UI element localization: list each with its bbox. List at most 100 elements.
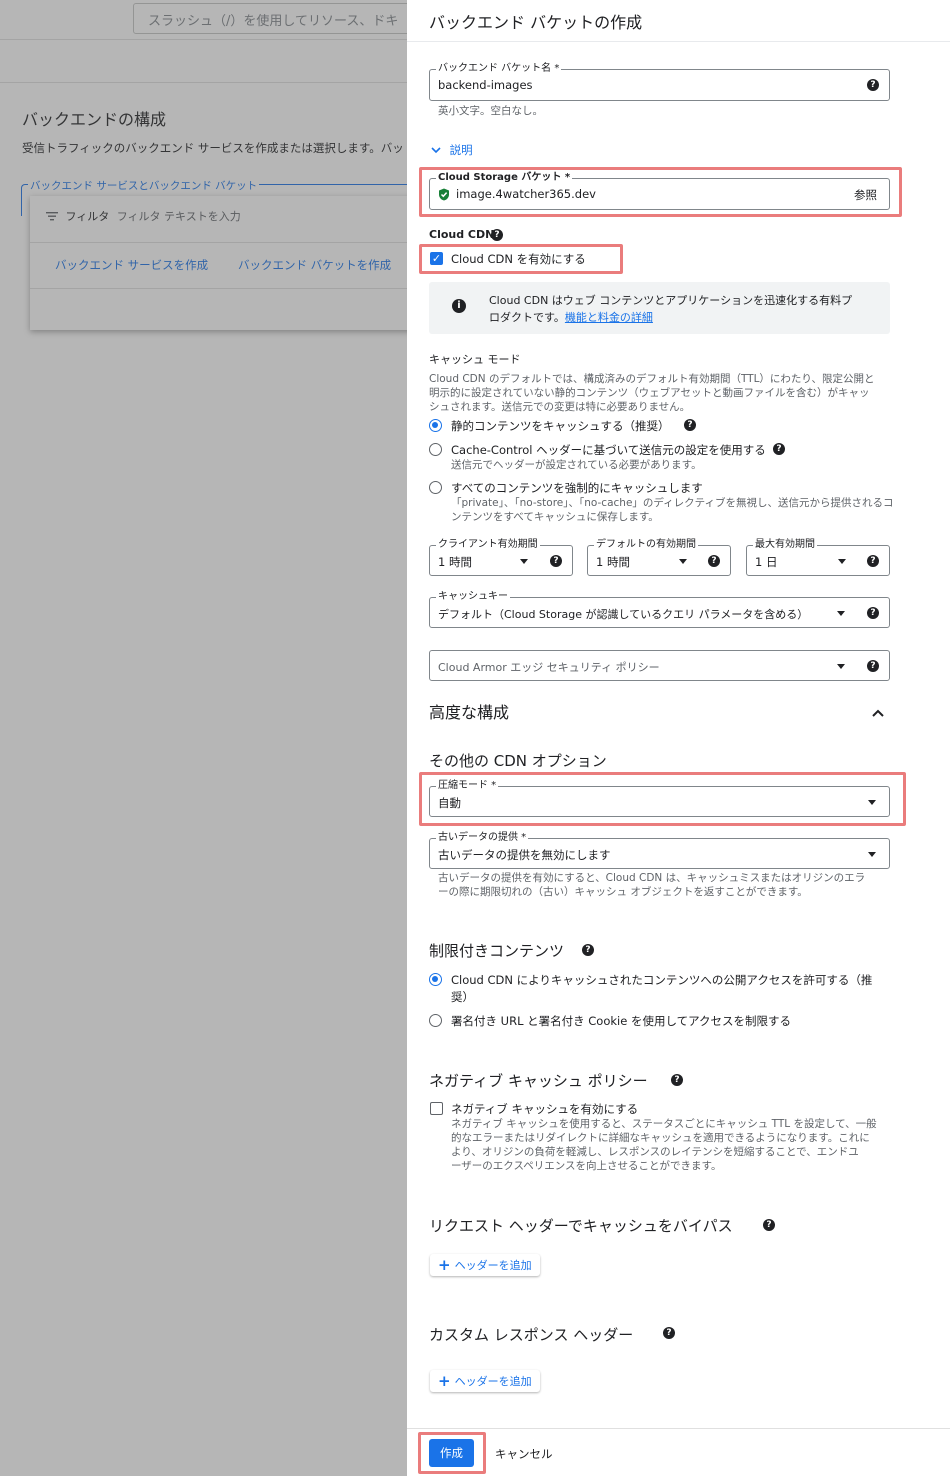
description-toggle-label: 説明 <box>449 143 473 157</box>
negative-cache-desc-line: より、オリジンの負荷を軽減し、レスポンスのレイテンシを短縮することで、エンドユ <box>451 1146 859 1158</box>
dropdown-arrow-icon <box>838 559 846 564</box>
enable-cdn-label[interactable]: Cloud CDN を有効にする <box>451 251 586 267</box>
storage-bucket-field[interactable]: Cloud Storage バケット * image.4watcher365.d… <box>429 171 890 210</box>
cache-origin-radio[interactable] <box>429 443 442 456</box>
client-ttl-select[interactable]: クライアント有効期間 1 時間 ? <box>429 538 573 576</box>
info-icon: i <box>452 299 466 313</box>
cache-all-sub-line: ンテンツをすべてキャッシュに保存します。 <box>451 511 659 523</box>
public-access-radio[interactable] <box>429 973 442 986</box>
description-toggle[interactable]: 説明 <box>431 142 473 158</box>
cache-key-select[interactable]: キャッシュキー デフォルト（Cloud Storage が認識しているクエリ パ… <box>429 590 890 628</box>
negative-cache-desc: ネガティブ キャッシュを使用すると、ステータスごとにキャッシュ TTL を設定し… <box>451 1117 877 1173</box>
plus-icon: + <box>438 1372 451 1390</box>
bucket-name-field[interactable]: バックエンド バケット名 * backend-images ? <box>429 62 890 101</box>
help-icon[interactable]: ? <box>773 443 785 455</box>
compression-mode-label: 圧縮モード * <box>436 779 499 793</box>
serve-stale-value: 古いデータの提供を無効にします <box>438 848 611 862</box>
browse-button[interactable]: 参照 <box>854 187 877 203</box>
cache-all-sub: 「private」、「no-store」、「no-cache」のディレクティブを… <box>451 496 894 524</box>
default-ttl-select[interactable]: デフォルトの有効期間 1 時間 ? <box>587 538 731 576</box>
client-ttl-value: 1 時間 <box>438 555 472 569</box>
enable-cdn-checkbox[interactable]: ✓ <box>430 252 443 265</box>
cdn-info-text-2: ロダクトです。機能と料金の詳細 <box>489 309 852 326</box>
help-icon[interactable]: ? <box>763 1219 775 1231</box>
public-access-label-line: Cloud CDN によりキャッシュされたコンテンツへの公開アクセスを許可する（… <box>451 973 873 987</box>
serve-stale-hint: 古いデータの提供を有効にすると、Cloud CDN は、キャッシュミスまたはオリ… <box>438 871 865 899</box>
help-icon[interactable]: ? <box>867 79 879 91</box>
chevron-down-icon <box>431 143 443 157</box>
cdn-info-text: Cloud CDN はウェブ コンテンツとアプリケーションを迅速化する有料プ <box>489 294 853 307</box>
cloud-cdn-label: Cloud CDN <box>429 228 494 241</box>
signed-access-label[interactable]: 署名付き URL と署名付き Cookie を使用してアクセスを制限する <box>451 1013 791 1029</box>
cache-all-sub-line: 「private」、「no-store」、「no-cache」のディレクティブを… <box>451 497 894 509</box>
public-access-label[interactable]: Cloud CDN によりキャッシュされたコンテンツへの公開アクセスを許可する（… <box>451 972 872 1006</box>
cdn-info-text-part: ロダクトです。 <box>489 311 565 324</box>
default-ttl-value: 1 時間 <box>596 555 630 569</box>
restricted-content-title: 制限付きコンテンツ <box>429 942 565 960</box>
cache-mode-desc-line: 明示的に設定されていない静的コンテンツ（ウェブアセットと動画ファイルを含む）がキ… <box>429 387 870 399</box>
check-shield-icon <box>438 188 450 204</box>
add-bypass-header-label: ヘッダーを追加 <box>454 1259 532 1272</box>
help-icon[interactable]: ? <box>550 555 562 567</box>
cancel-button[interactable]: キャンセル <box>495 1446 553 1462</box>
cache-static-radio[interactable] <box>429 419 442 432</box>
compression-mode-select[interactable]: 圧縮モード * 自動 <box>429 779 890 817</box>
negative-cache-desc-line: ーザーのエクスペリエンスを向上させることができます。 <box>451 1160 722 1172</box>
help-icon[interactable]: ? <box>582 944 594 956</box>
max-ttl-value: 1 日 <box>755 555 778 569</box>
bucket-name-hint: 英小文字。空白なし。 <box>438 105 543 117</box>
serve-stale-hint-line: 古いデータの提供を有効にすると、Cloud CDN は、キャッシュミスまたはオリ… <box>438 872 866 884</box>
add-bypass-header-button[interactable]: + ヘッダーを追加 <box>430 1254 540 1276</box>
panel-header: バックエンド バケットの作成 <box>407 0 950 42</box>
advanced-config-title: 高度な構成 <box>429 703 510 722</box>
signed-access-radio[interactable] <box>429 1014 442 1027</box>
serve-stale-label: 古いデータの提供 * <box>436 831 529 845</box>
add-response-header-label: ヘッダーを追加 <box>454 1375 532 1388</box>
serve-stale-select[interactable]: 古いデータの提供 * 古いデータの提供を無効にします <box>429 831 890 869</box>
default-ttl-label: デフォルトの有効期間 <box>594 538 698 552</box>
armor-policy-select[interactable]: Cloud Armor エッジ セキュリティ ポリシー ? <box>429 650 890 681</box>
help-icon[interactable]: ? <box>867 660 879 672</box>
serve-stale-hint-line: ーの際に期限切れの（古い）キャッシュ オブジェクトを返すことができます。 <box>438 886 808 898</box>
plus-icon: + <box>438 1256 451 1274</box>
help-icon[interactable]: ? <box>708 555 720 567</box>
bypass-cache-title: リクエスト ヘッダーでキャッシュをバイパス <box>429 1217 733 1235</box>
help-icon[interactable]: ? <box>663 1327 675 1339</box>
public-access-label-line: 奨） <box>451 990 474 1004</box>
cache-all-radio[interactable] <box>429 481 442 494</box>
create-button[interactable]: 作成 <box>429 1439 474 1467</box>
negative-cache-title: ネガティブ キャッシュ ポリシー <box>429 1072 648 1090</box>
compression-mode-value: 自動 <box>438 796 461 810</box>
create-backend-bucket-panel: バックエンド バケットの作成 バックエンド バケット名 * backend-im… <box>407 0 950 1476</box>
help-icon[interactable]: ? <box>684 419 696 431</box>
cache-mode-desc: Cloud CDN のデフォルトでは、構成済みのデフォルト有効期間（TTL）にわ… <box>429 372 875 414</box>
panel-title: バックエンド バケットの作成 <box>429 13 643 32</box>
help-icon[interactable]: ? <box>867 607 879 619</box>
max-ttl-select[interactable]: 最大有効期間 1 日 ? <box>746 538 890 576</box>
help-icon[interactable]: ? <box>867 555 879 567</box>
help-icon[interactable]: ? <box>491 229 503 241</box>
storage-bucket-value: image.4watcher365.dev <box>456 187 596 201</box>
other-cdn-options-title: その他の CDN オプション <box>429 752 607 770</box>
cache-mode-desc-line: シュされます。送信元での変更は特に必要ありません。 <box>429 401 691 413</box>
negative-cache-label[interactable]: ネガティブ キャッシュを有効にする <box>451 1101 638 1117</box>
cache-mode-desc-line: Cloud CDN のデフォルトでは、構成済みのデフォルト有効期間（TTL）にわ… <box>429 373 875 385</box>
help-icon[interactable]: ? <box>671 1074 683 1086</box>
negative-cache-checkbox[interactable] <box>430 1102 443 1115</box>
cloud-cdn-label-text: Cloud CDN <box>429 228 495 241</box>
pricing-details-link[interactable]: 機能と料金の詳細 <box>565 311 653 324</box>
cache-origin-sub: 送信元でヘッダーが設定されている必要があります。 <box>451 459 702 471</box>
cdn-info-box: i Cloud CDN はウェブ コンテンツとアプリケーションを迅速化する有料プ… <box>429 282 890 334</box>
dropdown-arrow-icon <box>868 852 876 857</box>
cache-origin-label[interactable]: Cache-Control ヘッダーに基づいて送信元の設定を使用する <box>451 442 766 458</box>
max-ttl-label: 最大有効期間 <box>753 538 817 552</box>
cache-static-label[interactable]: 静的コンテンツをキャッシュする（推奨） <box>451 418 670 434</box>
cache-all-label[interactable]: すべてのコンテンツを強制的にキャッシュします <box>451 480 703 496</box>
client-ttl-label: クライアント有効期間 <box>436 538 540 552</box>
chevron-up-icon[interactable] <box>872 706 884 720</box>
dropdown-arrow-icon <box>837 611 845 616</box>
dropdown-arrow-icon <box>520 559 528 564</box>
add-response-header-button[interactable]: + ヘッダーを追加 <box>430 1370 540 1392</box>
negative-cache-desc-line: ネガティブ キャッシュを使用すると、ステータスごとにキャッシュ TTL を設定し… <box>451 1118 877 1130</box>
cache-mode-title: キャッシュ モード <box>429 353 521 366</box>
